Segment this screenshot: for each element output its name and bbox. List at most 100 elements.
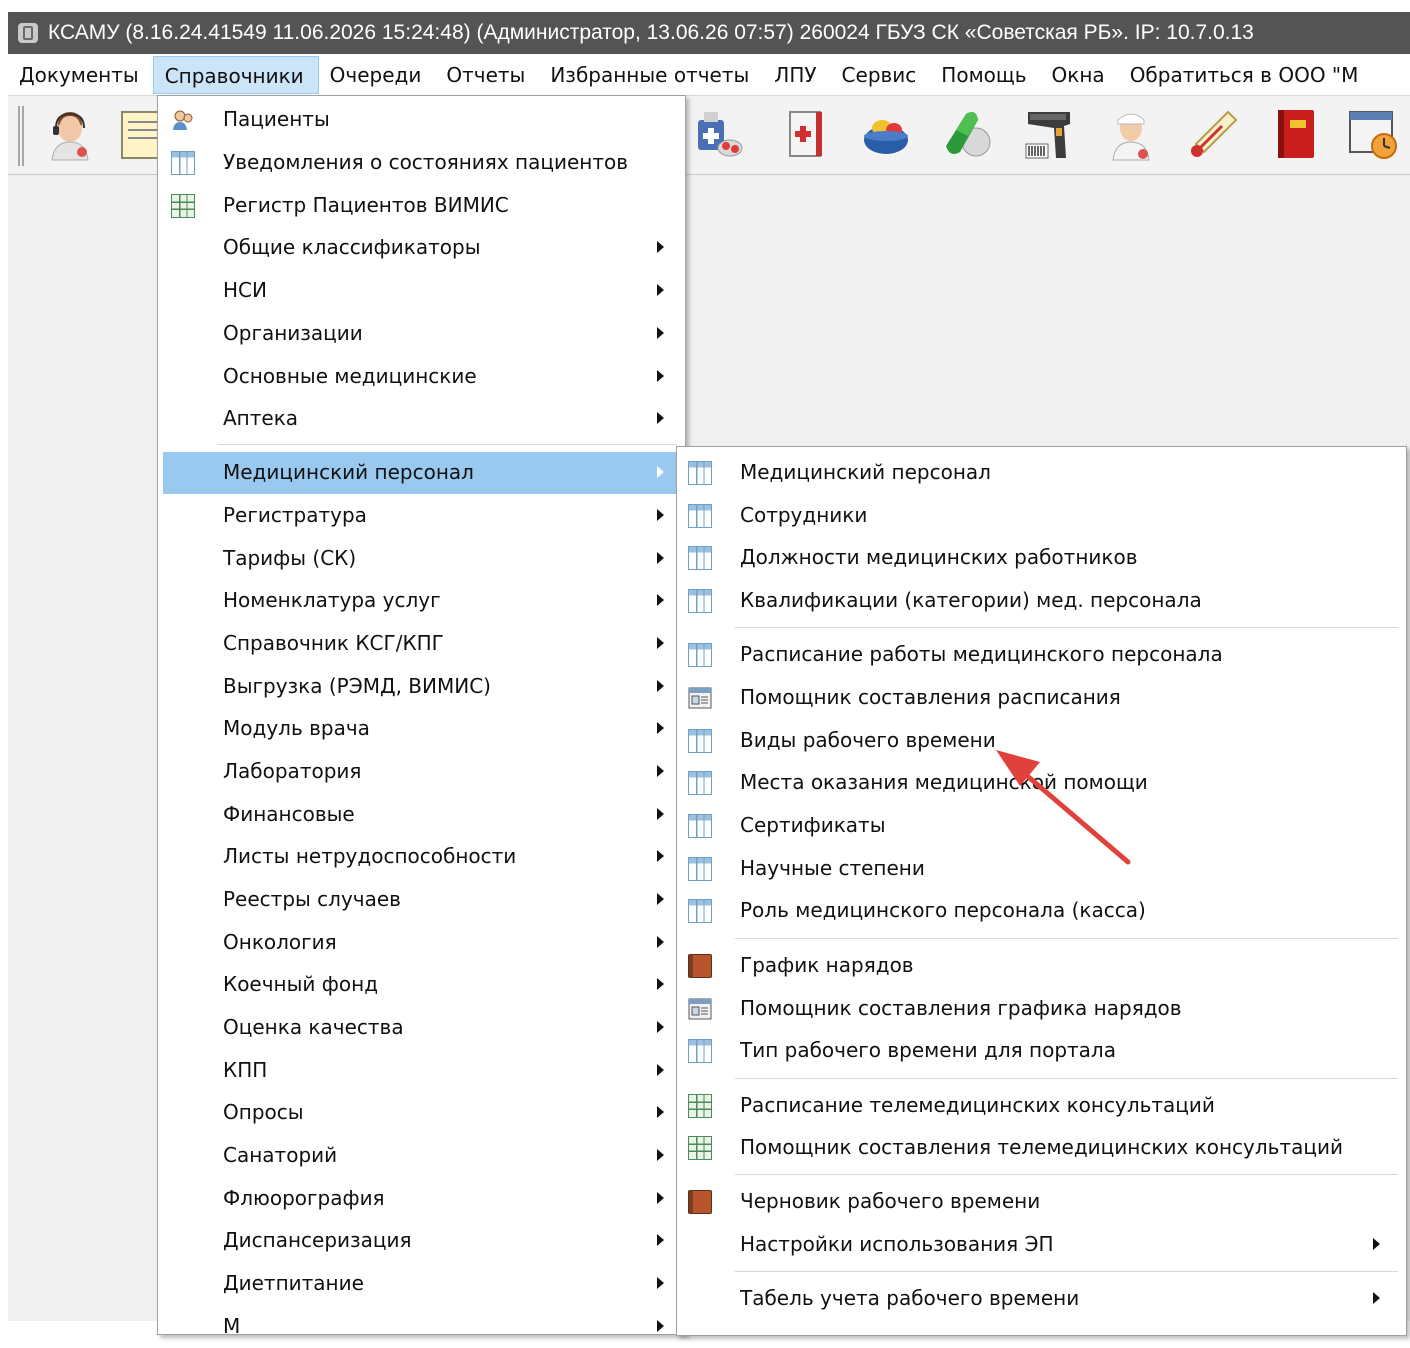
menu-item-label: Выгрузка (РЭМД, ВИМИС) bbox=[223, 674, 491, 698]
green-table-icon bbox=[171, 194, 195, 218]
submenu-arrow-icon bbox=[657, 850, 664, 862]
menu-favorite-reports[interactable]: Избранные отчеты bbox=[539, 56, 763, 94]
menu-item-quality-assessment[interactable]: Оценка качества bbox=[163, 1007, 680, 1049]
submenu-item-timesheet[interactable]: Табель учета рабочего времени bbox=[682, 1278, 1401, 1320]
menu-item-laboratory[interactable]: Лаборатория bbox=[163, 751, 680, 793]
menu-item-tariffs[interactable]: Тарифы (СК) bbox=[163, 538, 680, 580]
menu-item-label: Справочник КСГ/КПГ bbox=[223, 631, 444, 655]
submenu-item-employees[interactable]: Сотрудники bbox=[682, 495, 1401, 537]
submenu-item-portal-time-type[interactable]: Тип рабочего времени для портала bbox=[682, 1030, 1401, 1072]
menu-documents[interactable]: Документы bbox=[8, 56, 153, 94]
menu-reports[interactable]: Отчеты bbox=[435, 56, 539, 94]
menu-item-kpp[interactable]: КПП bbox=[163, 1050, 680, 1092]
submenu-arrow-icon bbox=[657, 637, 664, 649]
menu-windows[interactable]: Окна bbox=[1041, 56, 1119, 94]
menu-item-oncology[interactable]: Онкология bbox=[163, 922, 680, 964]
submenu-item-label: Расписание работы медицинского персонала bbox=[740, 642, 1223, 666]
menu-item-ksg-kpg[interactable]: Справочник КСГ/КПГ bbox=[163, 623, 680, 665]
menu-lpu[interactable]: ЛПУ bbox=[763, 56, 830, 94]
submenu-item-work-time-types[interactable]: Виды рабочего времени bbox=[682, 720, 1401, 762]
thermometer-icon[interactable] bbox=[1186, 106, 1242, 162]
submenu-item-duty-schedule[interactable]: График нарядов bbox=[682, 945, 1401, 987]
submenu-item-label: Роль медицинского персонала (касса) bbox=[740, 898, 1146, 922]
barcode-scanner-icon[interactable] bbox=[1020, 106, 1076, 162]
menu-item-nsi[interactable]: НСИ bbox=[163, 270, 680, 312]
menu-directories[interactable]: Справочники bbox=[152, 55, 319, 94]
submenu-arrow-icon bbox=[657, 1021, 664, 1033]
menu-item-main-medical[interactable]: Основные медицинские bbox=[163, 356, 680, 398]
submenu-item-label: Квалификации (категории) мед. персонала bbox=[740, 588, 1202, 612]
submenu-item-staff-schedule[interactable]: Расписание работы медицинского персонала bbox=[682, 634, 1401, 676]
menu-item-patients[interactable]: Пациенты bbox=[163, 99, 680, 141]
menu-item-fluorography[interactable]: Флюорография bbox=[163, 1178, 680, 1220]
menu-item-sanatorium[interactable]: Санаторий bbox=[163, 1135, 680, 1177]
submenu-item-label: Помощник составления расписания bbox=[740, 685, 1121, 709]
menu-item-pharmacy[interactable]: Аптека bbox=[163, 398, 680, 440]
submenu-item-telemed-schedule[interactable]: Расписание телемедицинских консультаций bbox=[682, 1085, 1401, 1127]
submenu-item-degrees[interactable]: Научные степени bbox=[682, 848, 1401, 890]
submenu-arrow-icon bbox=[657, 509, 664, 521]
menu-item-bed-fund[interactable]: Коечный фонд bbox=[163, 964, 680, 1006]
submenu-item-positions[interactable]: Должности медицинских работников bbox=[682, 537, 1401, 579]
menu-item-patient-notifications[interactable]: Уведомления о состояниях пациентов bbox=[163, 142, 680, 184]
submenu-item-staff-role[interactable]: Роль медицинского персонала (касса) bbox=[682, 890, 1401, 932]
green-table-icon bbox=[688, 1136, 712, 1160]
table-icon bbox=[688, 771, 712, 795]
toolbar-grip[interactable] bbox=[18, 106, 24, 166]
submenu-item-duty-wizard[interactable]: Помощник составления графика нарядов bbox=[682, 988, 1401, 1030]
menu-contact[interactable]: Обратиться в ООО "М bbox=[1119, 56, 1373, 94]
submenu-item-certificates[interactable]: Сертификаты bbox=[682, 805, 1401, 847]
menu-item-diet[interactable]: Диетпитание bbox=[163, 1263, 680, 1305]
operator-headset-icon[interactable] bbox=[42, 106, 98, 162]
first-aid-book-icon[interactable] bbox=[778, 106, 834, 162]
menu-item-label: Диетпитание bbox=[223, 1271, 364, 1295]
menu-item-general-classifiers[interactable]: Общие классификаторы bbox=[163, 227, 680, 269]
menu-separator bbox=[735, 1078, 1398, 1079]
menu-item-label: Организации bbox=[223, 321, 363, 345]
menu-item-dispensary[interactable]: Диспансеризация bbox=[163, 1220, 680, 1262]
medicine-kit-icon[interactable] bbox=[692, 106, 748, 162]
menu-item-sick-leaves[interactable]: Листы нетрудоспособности bbox=[163, 836, 680, 878]
app-icon bbox=[18, 23, 38, 43]
table-icon bbox=[688, 643, 712, 667]
menu-item-label: Коечный фонд bbox=[223, 972, 379, 996]
submenu-item-medical-staff[interactable]: Медицинский персонал bbox=[682, 452, 1401, 494]
menu-item-doctor-module[interactable]: Модуль врача bbox=[163, 708, 680, 750]
menu-help[interactable]: Помощь bbox=[930, 56, 1040, 94]
patients-icon bbox=[173, 110, 193, 130]
submenu-item-telemed-wizard[interactable]: Помощник составления телемедицинских кон… bbox=[682, 1127, 1401, 1169]
menu-item-organizations[interactable]: Организации bbox=[163, 313, 680, 355]
submenu-item-work-time-draft[interactable]: Черновик рабочего времени bbox=[682, 1181, 1401, 1223]
submenu-item-care-locations[interactable]: Места оказания медицинской помощи bbox=[682, 762, 1401, 804]
submenu-arrow-icon bbox=[657, 412, 664, 424]
menu-item-case-registers[interactable]: Реестры случаев bbox=[163, 879, 680, 921]
menu-service[interactable]: Сервис bbox=[831, 56, 931, 94]
title-bar: КСАМУ (8.16.24.41549 11.06.2026 15:24:48… bbox=[8, 12, 1410, 54]
menu-item-surveys[interactable]: Опросы bbox=[163, 1092, 680, 1134]
menu-item-registry[interactable]: Регистратура bbox=[163, 495, 680, 537]
submenu-item-ep-settings[interactable]: Настройки использования ЭП bbox=[682, 1224, 1401, 1266]
submenu-arrow-icon bbox=[657, 978, 664, 990]
submenu-item-label: Должности медицинских работников bbox=[740, 545, 1138, 569]
schedule-clock-icon[interactable] bbox=[1346, 106, 1402, 162]
menu-item-export[interactable]: Выгрузка (РЭМД, ВИМИС) bbox=[163, 666, 680, 708]
menu-queues[interactable]: Очереди bbox=[319, 56, 436, 94]
submenu-item-qualifications[interactable]: Квалификации (категории) мед. персонала bbox=[682, 580, 1401, 622]
submenu-item-label: Расписание телемедицинских консультаций bbox=[740, 1093, 1215, 1117]
menu-item-label: Онкология bbox=[223, 930, 337, 954]
menu-item-partial[interactable]: М bbox=[163, 1306, 680, 1348]
menu-item-label: Финансовые bbox=[223, 802, 355, 826]
menu-item-financial[interactable]: Финансовые bbox=[163, 794, 680, 836]
submenu-arrow-icon bbox=[657, 1277, 664, 1289]
submenu-item-label: Сотрудники bbox=[740, 503, 868, 527]
menu-item-services-nomenclature[interactable]: Номенклатура услуг bbox=[163, 580, 680, 622]
capsule-icon[interactable] bbox=[938, 106, 994, 162]
menu-item-label: Модуль врача bbox=[223, 716, 370, 740]
submenu-item-schedule-wizard[interactable]: Помощник составления расписания bbox=[682, 677, 1401, 719]
pills-basket-icon[interactable] bbox=[858, 106, 914, 162]
nurse-icon[interactable] bbox=[1103, 106, 1159, 162]
menu-item-medical-staff[interactable]: Медицинский персонал bbox=[163, 452, 680, 494]
menu-item-vimis-register[interactable]: Регистр Пациентов ВИМИС bbox=[163, 185, 680, 227]
submenu-arrow-icon bbox=[657, 1149, 664, 1161]
red-book-icon[interactable] bbox=[1268, 106, 1324, 162]
